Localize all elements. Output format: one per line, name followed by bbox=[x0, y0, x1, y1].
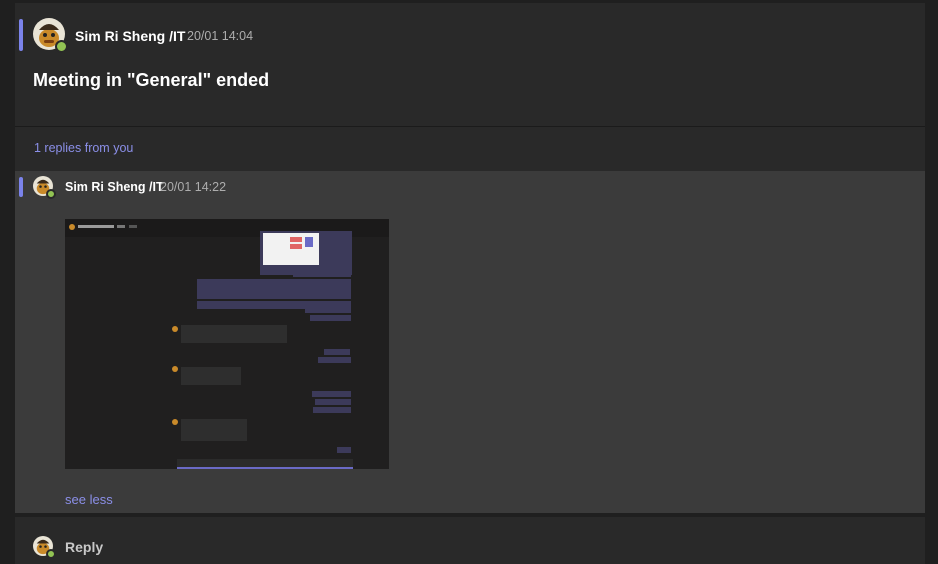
reply-button[interactable]: Reply bbox=[65, 539, 103, 555]
reply-timestamp: 20/01 14:22 bbox=[160, 180, 227, 194]
presence-available-icon bbox=[46, 189, 56, 199]
meeting-post[interactable]: Sim Ri Sheng /IT 20/01 14:04 Meeting in … bbox=[15, 3, 925, 126]
meeting-thread-card: Sim Ri Sheng /IT 20/01 14:04 Meeting in … bbox=[15, 3, 925, 564]
reply-author[interactable]: Sim Ri Sheng /IT bbox=[65, 180, 164, 194]
presence-available-icon bbox=[46, 549, 56, 559]
attached-screenshot-image[interactable] bbox=[65, 219, 389, 469]
post-timestamp: 20/01 14:04 bbox=[187, 29, 254, 43]
avatar[interactable] bbox=[33, 18, 68, 53]
divider bbox=[15, 126, 925, 127]
post-author[interactable]: Sim Ri Sheng /IT bbox=[75, 28, 185, 44]
reply-accent-bar bbox=[19, 177, 23, 197]
replies-count-link[interactable]: 1 replies from you bbox=[34, 141, 133, 155]
reply-avatar[interactable] bbox=[33, 176, 56, 199]
composer-avatar bbox=[33, 536, 56, 559]
reply-composer[interactable]: Reply bbox=[15, 517, 925, 564]
unread-accent-bar bbox=[19, 19, 23, 51]
screenshot-image-icon bbox=[65, 219, 389, 469]
see-less-link[interactable]: see less bbox=[65, 492, 113, 507]
presence-available-icon bbox=[55, 40, 68, 53]
meeting-ended-title: Meeting in "General" ended bbox=[33, 70, 270, 90]
reply-message[interactable]: Sim Ri Sheng /IT 20/01 14:22 see less bbox=[15, 171, 925, 513]
